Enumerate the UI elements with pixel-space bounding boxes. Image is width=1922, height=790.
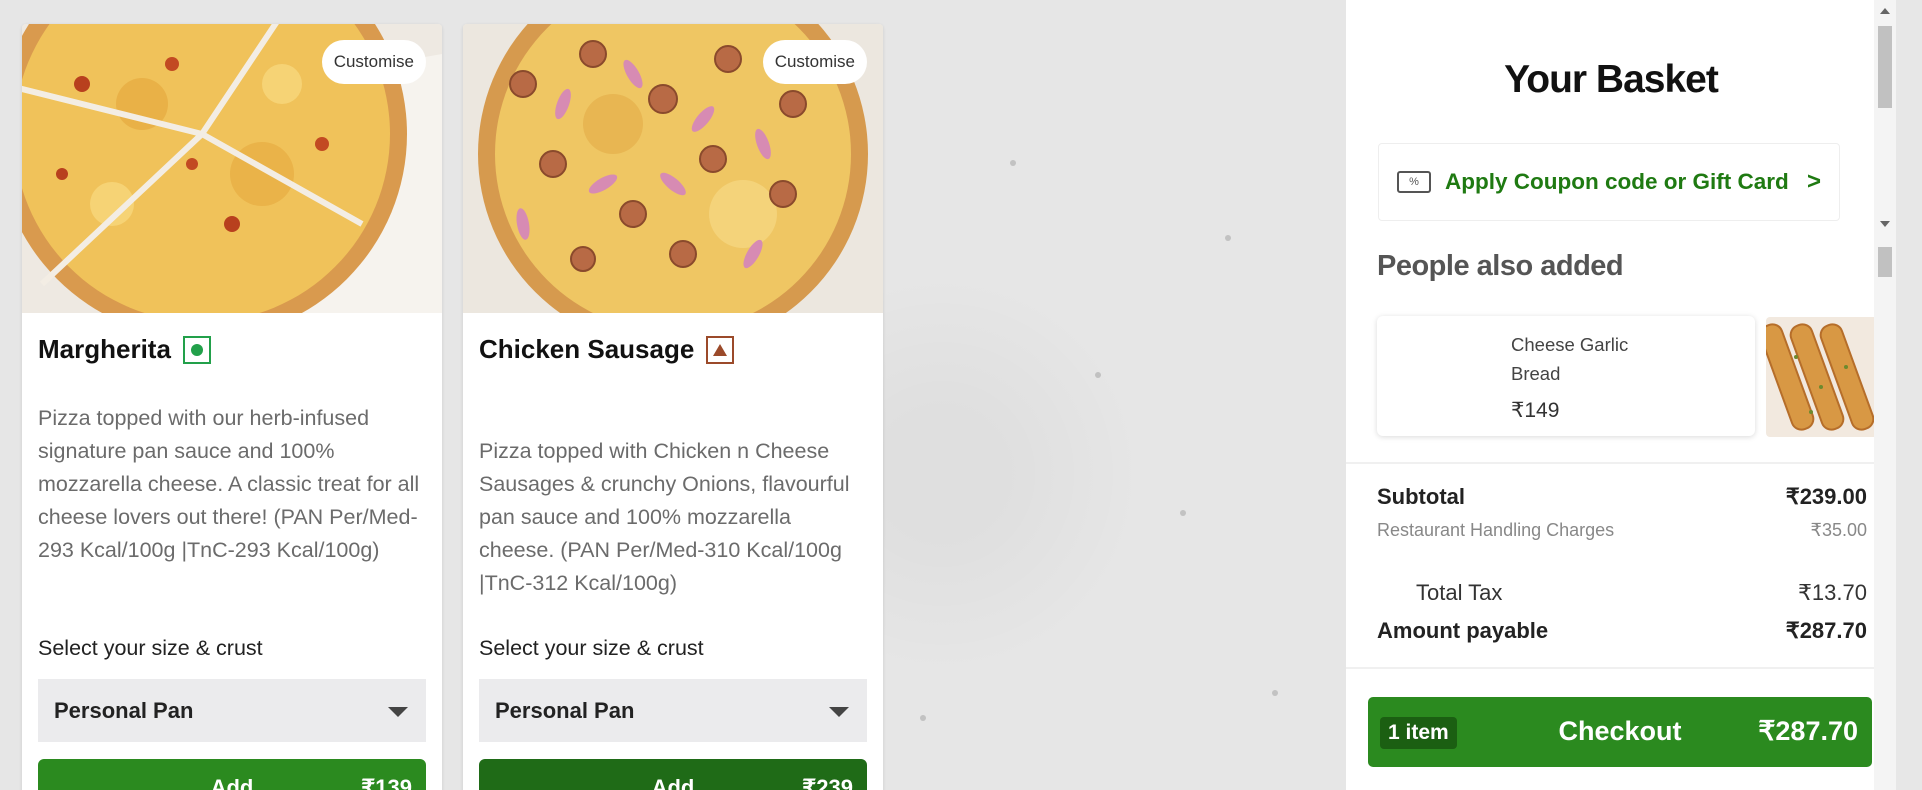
background-speck: [1272, 690, 1278, 696]
checkout-button[interactable]: 1 item Checkout ₹287.70: [1368, 697, 1872, 767]
addon-name: Cheese Garlic Bread: [1511, 334, 1629, 384]
basket-header-panel: Your Basket % Apply Coupon code or Gift …: [1346, 0, 1876, 235]
size-crust-value: Personal Pan: [495, 697, 635, 723]
product-description: Pizza topped with our herb-infused signa…: [38, 406, 420, 562]
addon-card[interactable]: Cheese Garlic Bread ₹149: [1377, 316, 1755, 436]
chevron-down-icon: [829, 707, 849, 717]
total-tax-value: ₹13.70: [1797, 580, 1867, 605]
scrollbar-thumb[interactable]: [1878, 26, 1892, 108]
chevron-down-icon: [388, 707, 408, 717]
add-button-price: ₹239: [802, 775, 853, 790]
customise-button[interactable]: Customise: [321, 40, 426, 84]
total-tax-label[interactable]: Total Tax: [1416, 580, 1502, 606]
size-crust-label: Select your size & crust: [38, 636, 263, 660]
garlic-bread-illustration: [1766, 317, 1874, 437]
people-also-added-heading: People also added: [1377, 250, 1624, 282]
handling-charges-label[interactable]: Restaurant Handling Charges: [1377, 520, 1614, 541]
section-divider: [1346, 667, 1874, 669]
checkout-total: ₹287.70: [1758, 716, 1858, 746]
pizza-image[interactable]: Customise: [463, 24, 883, 313]
add-to-basket-button[interactable]: Add ₹239: [479, 759, 867, 790]
background-speck: [1010, 160, 1016, 166]
chevron-right-icon: >: [1806, 168, 1821, 195]
add-button-price: ₹139: [361, 775, 412, 790]
product-name: Margherita: [38, 334, 171, 364]
background-speck: [1225, 235, 1231, 241]
basket-body-panel: People also added Cheese Garlic Bread ₹1…: [1346, 235, 1896, 790]
basket-title: Your Basket: [1504, 58, 1719, 101]
amount-payable-label: Amount payable: [1377, 618, 1549, 643]
basket-body-scrollbar[interactable]: [1874, 235, 1896, 790]
coupon-ticket-icon: %: [1397, 171, 1431, 193]
total-tax-row: Total Tax ₹13.70: [1377, 580, 1867, 606]
section-divider: [1346, 462, 1874, 464]
size-crust-label: Select your size & crust: [479, 636, 704, 660]
addon-price: ₹149: [1511, 399, 1560, 422]
product-title: Margherita: [38, 334, 211, 365]
product-name: Chicken Sausage: [479, 334, 695, 364]
pizza-image[interactable]: Customise: [22, 24, 442, 313]
size-crust-value: Personal Pan: [54, 697, 194, 723]
product-card-margherita: Customise Margherita Pizza topped with o…: [22, 24, 442, 790]
veg-indicator-icon: [182, 335, 211, 364]
amount-payable-row: Amount payable ₹287.70: [1377, 618, 1867, 644]
garlic-bread-image[interactable]: [1766, 317, 1874, 437]
non-veg-indicator-icon: [706, 335, 735, 364]
product-description: Pizza topped with Chicken n Cheese Sausa…: [479, 439, 850, 595]
amount-payable-value: ₹287.70: [1785, 618, 1867, 643]
add-to-basket-button[interactable]: Add ₹139: [38, 759, 426, 790]
subtotal-value: ₹239.00: [1785, 484, 1867, 509]
handling-charges-row: Restaurant Handling Charges ₹35.00: [1377, 520, 1867, 541]
coupon-label: Apply Coupon code or Gift Card: [1445, 169, 1789, 194]
background-speck: [920, 715, 926, 721]
customise-button[interactable]: Customise: [762, 40, 867, 84]
size-crust-dropdown[interactable]: Personal Pan: [38, 679, 426, 742]
product-title: Chicken Sausage: [479, 334, 735, 365]
scroll-down-icon[interactable]: [1880, 221, 1890, 227]
handling-charges-value: ₹35.00: [1810, 520, 1868, 540]
basket-header-scrollbar[interactable]: [1874, 0, 1896, 235]
product-card-chicken-sausage: Customise Chicken Sausage Pizza topped w…: [463, 24, 883, 790]
apply-coupon-button[interactable]: % Apply Coupon code or Gift Card >: [1378, 143, 1840, 221]
subtotal-row: Subtotal ₹239.00: [1377, 484, 1867, 510]
background-speck: [1180, 510, 1186, 516]
scroll-up-icon[interactable]: [1880, 8, 1890, 14]
scrollbar-thumb[interactable]: [1878, 247, 1892, 277]
size-crust-dropdown[interactable]: Personal Pan: [479, 679, 867, 742]
subtotal-label: Subtotal: [1377, 484, 1465, 509]
background-speck: [1095, 372, 1101, 378]
